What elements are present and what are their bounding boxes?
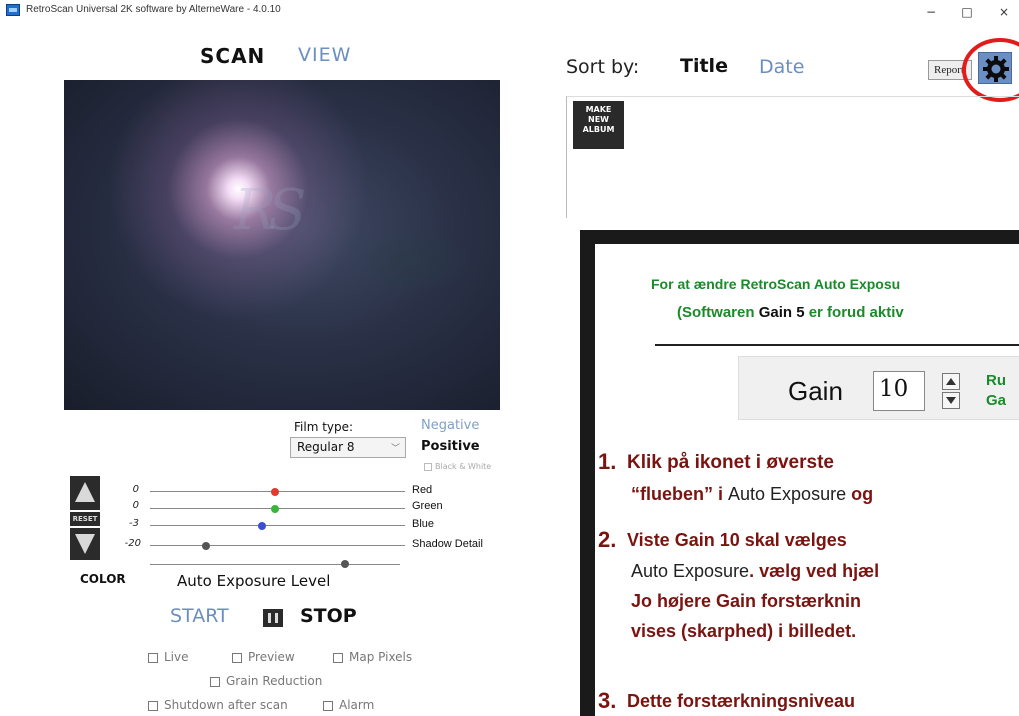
auto-exposure-track[interactable] <box>150 564 400 565</box>
title-bar: RetroScan Universal 2K software by Alter… <box>0 0 1019 24</box>
live-label: Live <box>164 650 189 664</box>
step-text: Klik på ikonet i øverste <box>627 452 834 473</box>
make-new-album-button[interactable]: MAKE NEW ALBUM <box>573 101 624 149</box>
black-white-label: Black & White <box>435 462 492 471</box>
tab-view[interactable]: VIEW <box>298 44 351 66</box>
map-pixels-checkbox[interactable] <box>333 653 343 663</box>
start-button[interactable]: START <box>170 605 229 627</box>
grain-reduction-checkbox[interactable] <box>210 677 220 687</box>
close-button[interactable]: × <box>989 2 1019 22</box>
slider-label: Red <box>412 484 433 496</box>
step-text: Auto Exposure. vælg ved hjæl <box>631 561 880 581</box>
decrease-arrow-button[interactable] <box>70 528 100 560</box>
reset-button[interactable]: RESET <box>70 512 100 526</box>
gain-side-text: Ga <box>986 392 1007 409</box>
retroscan-watermark-logo: RS <box>234 178 306 243</box>
alarm-label: Alarm <box>339 698 375 712</box>
slider-label: Shadow Detail <box>412 538 483 550</box>
app-window: RetroScan Universal 2K software by Alter… <box>0 0 1019 716</box>
step-text: Jo højere Gain forstærknin <box>631 591 862 611</box>
gain-spin-down-button[interactable] <box>942 392 960 409</box>
minimize-button[interactable]: − <box>916 2 946 22</box>
app-icon <box>6 4 20 16</box>
stop-button[interactable]: STOP <box>300 605 357 627</box>
album-area <box>566 96 1019 218</box>
highlight-circle <box>962 38 1019 102</box>
step-number: 3. <box>598 688 617 713</box>
increase-arrow-button[interactable] <box>70 476 100 510</box>
gain-label: Gain <box>788 376 843 406</box>
slider-label: Green <box>412 500 443 512</box>
sort-by-label: Sort by: <box>566 56 640 78</box>
black-white-checkbox[interactable] <box>424 463 432 471</box>
step-text: vises (skarphed) i billedet. <box>631 621 857 641</box>
grain-reduction-label: Grain Reduction <box>226 674 323 688</box>
step-number: 2. <box>598 527 617 552</box>
slider-knob[interactable] <box>270 488 279 496</box>
sort-by-date[interactable]: Date <box>759 56 804 78</box>
pause-icon[interactable] <box>263 609 283 627</box>
preview-label: Preview <box>248 650 295 664</box>
live-checkbox[interactable] <box>148 653 158 663</box>
slider-knob[interactable] <box>258 522 267 530</box>
slider-knob[interactable] <box>270 505 279 513</box>
slider-value: 0 <box>132 484 139 495</box>
slider-track[interactable] <box>150 545 405 546</box>
auto-exposure-label: Auto Exposure Level <box>177 572 331 590</box>
positive-option[interactable]: Positive <box>421 439 480 454</box>
slider-value: -20 <box>124 538 141 549</box>
make-album-line: MAKE <box>585 105 612 114</box>
slider-track[interactable] <box>150 525 405 526</box>
tab-scan[interactable]: SCAN <box>200 44 265 68</box>
slider-value: -3 <box>129 518 139 529</box>
sort-by-title[interactable]: Title <box>680 55 728 77</box>
film-type-label: Film type: <box>294 420 354 434</box>
instruction-heading: For at ændre RetroScan Auto Exposu <box>651 276 901 292</box>
slider-label: Blue <box>412 518 435 530</box>
instruction-subheading: (Softwaren Gain 5 er forud aktiv <box>677 304 904 321</box>
divider <box>655 344 1019 346</box>
alarm-checkbox[interactable] <box>323 701 333 711</box>
film-type-value: Regular 8 <box>297 440 355 454</box>
preview-checkbox[interactable] <box>232 653 242 663</box>
negative-option[interactable]: Negative <box>421 418 479 433</box>
maximize-button[interactable]: □ <box>952 2 982 22</box>
step-text: “flueben” i Auto Exposure og <box>631 484 874 504</box>
color-label: COLOR <box>80 572 126 586</box>
chevron-down-icon: ﹀ <box>390 444 400 454</box>
auto-exposure-knob[interactable] <box>341 560 349 568</box>
window-title: RetroScan Universal 2K software by Alter… <box>26 4 281 15</box>
shutdown-label: Shutdown after scan <box>164 698 288 712</box>
slider-value: 0 <box>132 500 139 511</box>
map-pixels-label: Map Pixels <box>349 650 413 664</box>
slider-knob[interactable] <box>202 542 211 550</box>
make-album-line: NEW <box>588 115 609 124</box>
step-text: Dette forstærkningsniveau <box>627 691 856 711</box>
gain-spin-up-button[interactable] <box>942 373 960 390</box>
make-album-line: ALBUM <box>582 125 615 134</box>
gain-input[interactable]: 10 <box>873 371 925 411</box>
step-text: Viste Gain 10 skal vælges <box>627 530 847 550</box>
shutdown-checkbox[interactable] <box>148 701 158 711</box>
step-number: 1. <box>598 449 617 474</box>
film-type-select[interactable]: Regular 8 ﹀ <box>290 437 406 458</box>
gain-side-text: Ru <box>986 372 1006 389</box>
scan-preview: RS <box>64 80 500 410</box>
